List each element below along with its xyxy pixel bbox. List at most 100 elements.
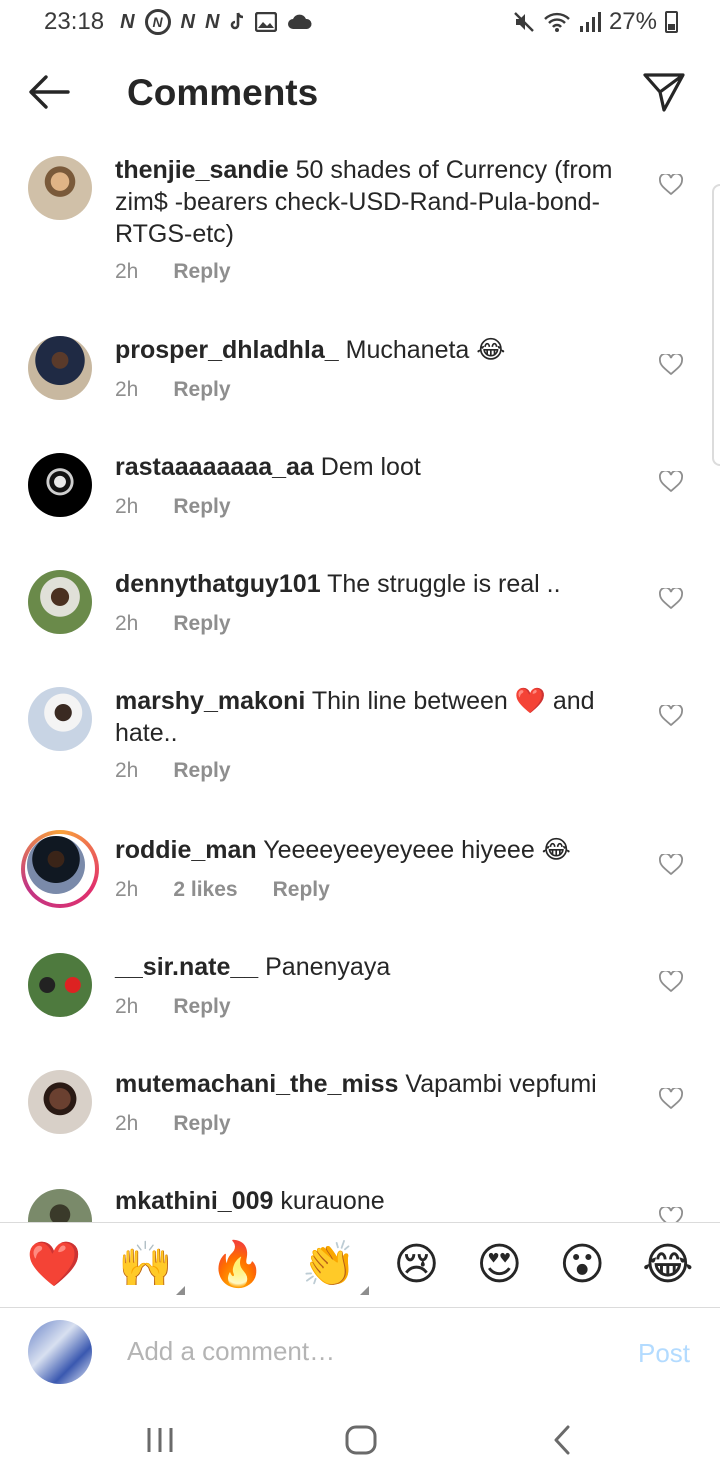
comment-username[interactable]: marshy_makoni	[115, 687, 305, 715]
heart-icon[interactable]	[659, 1088, 683, 1110]
comment-text: __sir.nate__ Panenyaya	[115, 951, 635, 983]
comment-username[interactable]: prosper_dhladhla_	[115, 336, 339, 364]
comment-input[interactable]	[127, 1336, 607, 1367]
comment-text: dennythatguy101 The struggle is real ..	[115, 568, 635, 600]
notification-n-icon: N	[204, 10, 220, 33]
emoji-fire[interactable]: 🔥	[210, 1243, 265, 1287]
heart-icon[interactable]	[659, 471, 683, 493]
comment-meta: 2h Reply	[115, 759, 231, 783]
story-ring[interactable]	[21, 830, 99, 908]
comment-time: 2h	[115, 878, 139, 901]
comment-time: 2h	[115, 1112, 139, 1135]
avatar[interactable]	[28, 953, 92, 1017]
avatar[interactable]	[27, 836, 85, 894]
comment-username[interactable]: rastaaaaaaaa_aa	[115, 453, 314, 481]
wifi-icon	[544, 12, 570, 32]
heart-icon[interactable]	[659, 1207, 683, 1222]
header: Comments	[0, 44, 720, 140]
comment-time: 2h	[115, 378, 139, 401]
heart-icon[interactable]	[659, 971, 683, 993]
reply-button[interactable]: Reply	[173, 495, 230, 519]
reply-button[interactable]: Reply	[173, 759, 230, 783]
avatar[interactable]	[28, 453, 92, 517]
comment-text: marshy_makoni Thin line between ❤️ and h…	[115, 685, 635, 749]
comment-meta: 2h Reply	[115, 495, 231, 519]
reply-button[interactable]: Reply	[173, 1112, 230, 1136]
comment-text: mkathini_009 kurauone	[115, 1185, 635, 1217]
emoji-surprised[interactable]: 😮	[559, 1243, 605, 1287]
comment-time: 2h	[115, 759, 139, 782]
heart-icon[interactable]	[659, 174, 683, 196]
signal-icon	[579, 12, 601, 32]
avatar[interactable]	[28, 156, 92, 220]
comment-meta: 2h Reply	[115, 612, 231, 636]
comment-username[interactable]: mkathini_009	[115, 1187, 273, 1215]
comment-content: Muchaneta 😂	[345, 336, 506, 364]
comments-list[interactable]: thenjie_sandie 50 shades of Currency (fr…	[0, 148, 720, 1222]
comment-meta: 2h 2 likes Reply	[115, 878, 330, 902]
emoji-joy[interactable]: 😂	[642, 1243, 693, 1287]
avatar[interactable]	[28, 336, 92, 400]
reply-button[interactable]: Reply	[273, 878, 330, 902]
comment-meta: 2h Reply	[115, 378, 231, 402]
comment-text: rastaaaaaaaa_aa Dem loot	[115, 451, 635, 483]
emoji-heart[interactable]: ❤️	[26, 1243, 81, 1287]
emoji-bar: ❤️ 🙌 🔥 👏 😢 😍 😮 😂	[0, 1222, 720, 1308]
recent-apps-icon[interactable]	[146, 1422, 174, 1458]
comment-content: Dem loot	[320, 453, 421, 481]
comment-time: 2h	[115, 995, 139, 1018]
back-nav-icon[interactable]	[548, 1422, 576, 1458]
paper-plane-icon[interactable]	[642, 70, 686, 114]
comment-username[interactable]: mutemachani_the_miss	[115, 1070, 398, 1098]
comment-username[interactable]: dennythatguy101	[115, 570, 321, 598]
battery-percent: 27%	[608, 8, 657, 35]
skin-tone-indicator	[176, 1286, 186, 1295]
reply-button[interactable]: Reply	[173, 260, 230, 284]
notification-n-icon: N	[180, 10, 195, 33]
reply-button[interactable]: Reply	[173, 612, 230, 636]
own-avatar	[28, 1320, 92, 1384]
comment-content: Yeeeeyeeyeyeee hiyeee 😂	[263, 836, 571, 864]
emoji-raised-hands-glyph: 🙌	[118, 1239, 174, 1290]
comment-username[interactable]: thenjie_sandie	[115, 156, 289, 184]
status-left: 23:18 N N N N	[44, 8, 313, 36]
comment-username[interactable]: roddie_man	[115, 836, 257, 864]
heart-icon[interactable]	[659, 354, 683, 376]
emoji-raised-hands[interactable]: 🙌	[118, 1243, 186, 1295]
post-button[interactable]: Post	[638, 1338, 690, 1369]
comment-composer: Post	[0, 1308, 720, 1400]
notification-n-icon: N	[120, 10, 135, 33]
comment-username[interactable]: __sir.nate__	[115, 953, 258, 981]
avatar[interactable]	[28, 570, 92, 634]
gallery-icon	[255, 12, 278, 32]
avatar[interactable]	[28, 1189, 92, 1222]
emoji-clapping[interactable]: 👏	[302, 1243, 369, 1295]
comment-content: The struggle is real ..	[327, 570, 561, 598]
likes-count[interactable]: 2 likes	[173, 878, 237, 902]
reply-button[interactable]: Reply	[173, 378, 230, 402]
avatar[interactable]	[28, 1070, 92, 1134]
skin-tone-indicator	[359, 1286, 369, 1295]
system-nav-bar	[0, 1400, 720, 1480]
comment-text: mutemachani_the_miss Vapambi vepfumi	[115, 1068, 635, 1100]
status-bar: 23:18 N N N N 27%	[0, 0, 720, 44]
emoji-crying[interactable]: 😢	[394, 1243, 440, 1287]
comment-meta: 2h Reply	[115, 260, 231, 284]
heart-icon[interactable]	[659, 705, 683, 727]
status-right: 27%	[513, 8, 678, 36]
emoji-heart-eyes[interactable]: 😍	[476, 1243, 522, 1287]
comment-time: 2h	[115, 495, 139, 518]
reply-button[interactable]: Reply	[173, 995, 230, 1019]
emoji-clapping-glyph: 👏	[301, 1239, 357, 1290]
heart-icon[interactable]	[659, 854, 683, 876]
battery-icon	[665, 11, 678, 33]
avatar[interactable]	[28, 687, 92, 751]
comment-time: 2h	[115, 612, 139, 635]
home-icon[interactable]	[344, 1422, 378, 1458]
tiktok-icon	[231, 12, 244, 30]
arrow-left-icon[interactable]	[26, 72, 70, 112]
heart-icon[interactable]	[659, 588, 683, 610]
notification-circle-n-icon: N	[144, 9, 171, 35]
comment-meta: 2h Reply	[115, 995, 231, 1019]
comment-time: 2h	[115, 260, 139, 283]
